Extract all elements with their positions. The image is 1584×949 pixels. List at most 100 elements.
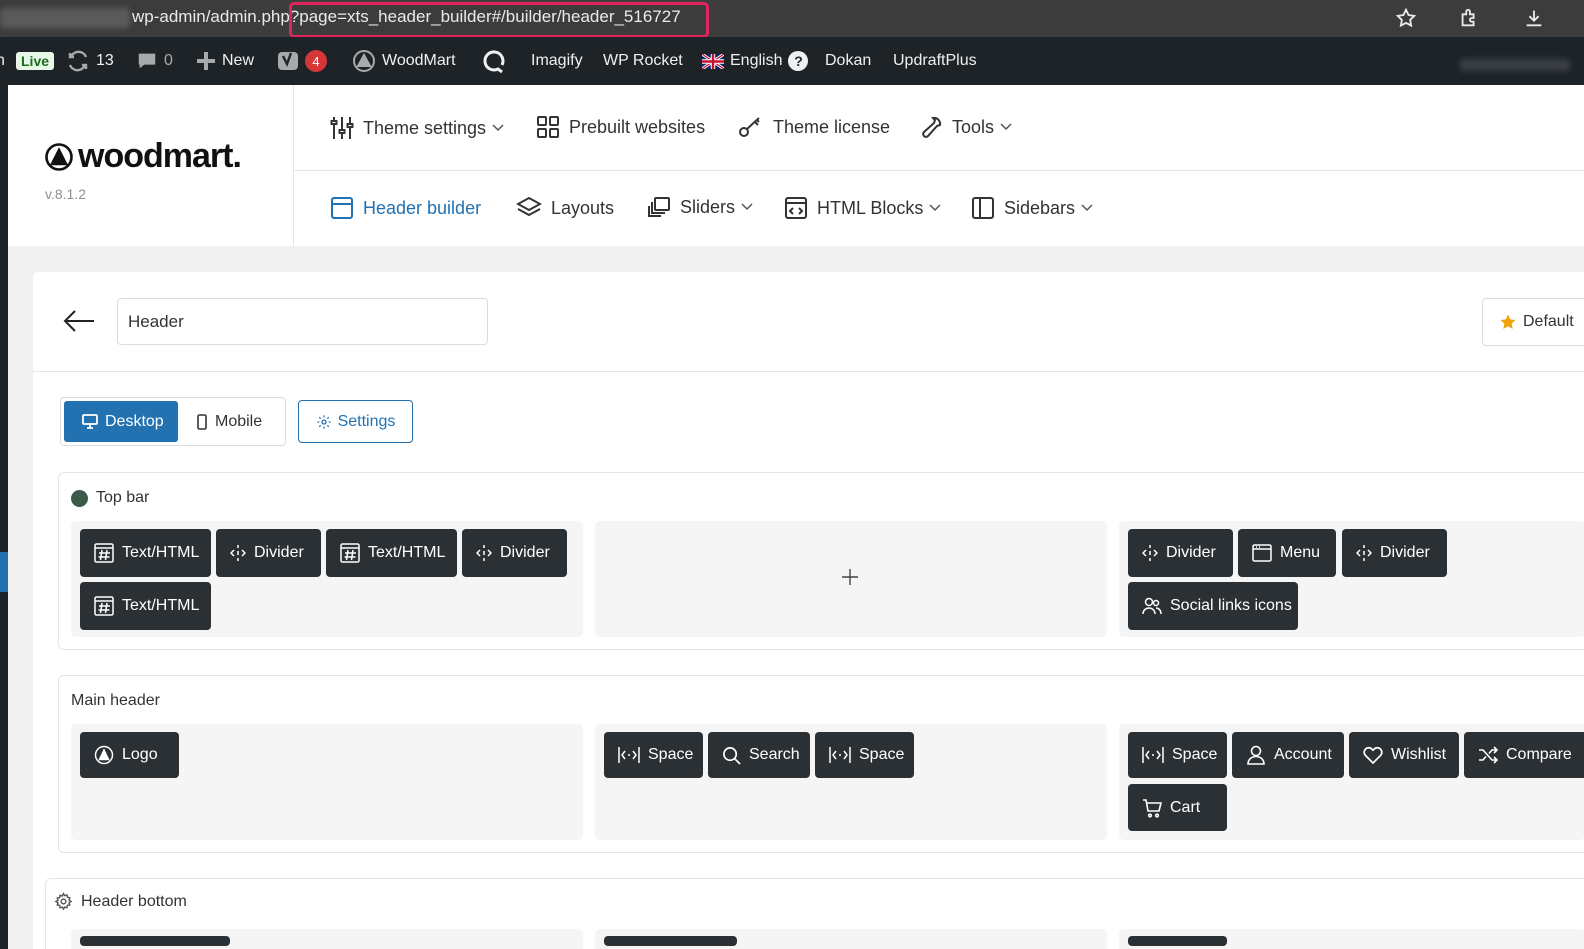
row-title-header-bottom[interactable]: Header bottom	[54, 892, 187, 911]
dokan-menu-item[interactable]: Dokan	[825, 37, 871, 85]
element-social-links-icons[interactable]: Social links icons	[1128, 582, 1298, 630]
element-divider[interactable]: Divider	[462, 529, 567, 577]
row-title-top-bar[interactable]: Top bar	[71, 489, 149, 507]
element-text-html[interactable]: Text/HTML	[80, 582, 211, 630]
chevron-down-icon	[492, 124, 504, 132]
woodmart-logo[interactable]: woodmart.	[44, 137, 242, 176]
nav-header-builder[interactable]: Header builder	[330, 196, 481, 220]
header-settings-button[interactable]: Settings	[298, 400, 413, 443]
nav-sidebars[interactable]: Sidebars	[971, 196, 1093, 220]
woodmart-icon	[352, 49, 376, 73]
comments-item[interactable]: 0	[136, 37, 173, 85]
element-search[interactable]: Search	[708, 732, 810, 778]
element-partial[interactable]	[604, 936, 737, 946]
url-domain-redacted	[0, 8, 130, 28]
element-partial[interactable]	[80, 936, 230, 946]
element-text-html[interactable]: Text/HTML	[80, 529, 211, 577]
chevron-down-icon	[741, 203, 753, 211]
element-account[interactable]: Account	[1232, 732, 1344, 778]
live-badge[interactable]: Live	[16, 37, 55, 85]
set-default-button[interactable]: Default	[1482, 298, 1584, 346]
add-element-plus-icon[interactable]	[841, 568, 859, 586]
download-icon[interactable]	[1523, 7, 1545, 29]
new-content-item[interactable]: New	[196, 37, 254, 85]
element-menu[interactable]: Menu	[1238, 529, 1336, 577]
wp-rocket-menu-item[interactable]: WP Rocket	[603, 37, 683, 85]
desktop-tab[interactable]: Desktop	[64, 401, 178, 442]
element-wishlist[interactable]: Wishlist	[1349, 732, 1459, 778]
divider-icon	[1356, 544, 1372, 562]
imagify-icon	[482, 48, 508, 74]
row-top-bar: Top bar Text/HTML Divider Text/HTML Divi…	[58, 472, 1584, 650]
nav-tools[interactable]: Tools	[919, 115, 1012, 139]
sliders-icon	[330, 115, 354, 141]
user-icon	[1246, 745, 1266, 765]
wp-admin-bar: n Live 13 0 New 4 WoodMart Imagify WP Ro…	[0, 37, 1584, 85]
top-bar-center-column[interactable]	[595, 521, 1107, 637]
woodmart-menu-item[interactable]: WoodMart	[352, 37, 456, 85]
divider-icon	[1142, 544, 1158, 562]
admin-user-redacted[interactable]	[1460, 59, 1570, 71]
row-main-header: Main header Logo Space Search Space Spac…	[58, 675, 1584, 853]
element-divider[interactable]: Divider	[1128, 529, 1233, 577]
element-text-html[interactable]: Text/HTML	[326, 529, 457, 577]
uk-flag-icon	[702, 53, 724, 69]
extensions-icon[interactable]	[1458, 7, 1480, 29]
element-cart[interactable]: Cart	[1128, 784, 1227, 831]
imagify-menu-item[interactable]: Imagify	[531, 37, 583, 85]
header-name-input[interactable]	[117, 298, 488, 345]
nav-html-blocks[interactable]: HTML Blocks	[784, 196, 941, 220]
element-space[interactable]: Space	[815, 732, 914, 778]
hash-box-icon	[340, 543, 360, 563]
star-icon	[1499, 313, 1517, 331]
language-switcher[interactable]: English ?	[702, 37, 809, 85]
mobile-tab[interactable]: Mobile	[178, 401, 280, 442]
space-icon	[1142, 746, 1164, 764]
row-title-main-header[interactable]: Main header	[71, 692, 160, 710]
nav-layouts[interactable]: Layouts	[516, 196, 614, 220]
bookmark-star-icon[interactable]	[1395, 7, 1417, 29]
gear-icon[interactable]	[54, 892, 73, 911]
nav-sliders[interactable]: Sliders	[647, 196, 753, 218]
main-header-right-column: Space Account Wishlist Compare Cart	[1119, 724, 1584, 840]
imagify-icon-item[interactable]	[482, 37, 508, 85]
hash-box-icon	[94, 543, 114, 563]
divider-icon	[230, 544, 246, 562]
back-arrow-icon[interactable]	[63, 307, 95, 335]
search-icon	[722, 746, 741, 765]
builder-header-bar: Default	[33, 272, 1584, 372]
header-bottom-center-column	[595, 929, 1107, 949]
admin-bar-site-fragment[interactable]: n	[0, 37, 5, 85]
element-space[interactable]: Space	[604, 732, 703, 778]
sidebar-collapse-tab[interactable]	[0, 552, 8, 592]
monitor-icon	[82, 414, 98, 429]
sidebar-layout-icon	[971, 196, 995, 220]
comment-icon	[136, 50, 158, 72]
updates-item[interactable]: 13	[66, 37, 114, 85]
help-icon[interactable]: ?	[788, 51, 809, 71]
heart-icon	[1363, 746, 1383, 764]
yoast-notification-count: 4	[305, 50, 327, 72]
key-icon	[738, 115, 764, 139]
shuffle-icon	[1478, 746, 1498, 764]
woodmart-logo-icon	[44, 142, 74, 172]
chevron-down-icon	[929, 204, 941, 212]
element-divider[interactable]: Divider	[216, 529, 321, 577]
element-space[interactable]: Space	[1128, 732, 1227, 778]
admin-sidebar-edge	[0, 85, 8, 949]
cart-icon	[1142, 798, 1162, 818]
element-compare[interactable]: Compare	[1464, 732, 1584, 778]
nav-prebuilt-websites[interactable]: Prebuilt websites	[536, 115, 705, 139]
woodmart-nav-bottom: Header builder Layouts Sliders HTML Bloc…	[294, 171, 1584, 246]
phone-icon	[196, 413, 208, 430]
updraftplus-menu-item[interactable]: UpdraftPlus	[893, 37, 977, 85]
users-icon	[1142, 597, 1162, 615]
element-divider[interactable]: Divider	[1342, 529, 1447, 577]
yoast-item[interactable]: 4	[277, 37, 327, 85]
menu-window-icon	[1252, 544, 1272, 562]
element-logo[interactable]: Logo	[80, 732, 179, 778]
nav-theme-license[interactable]: Theme license	[738, 115, 890, 139]
slides-icon	[647, 196, 671, 218]
element-partial[interactable]	[1128, 936, 1227, 946]
nav-theme-settings[interactable]: Theme settings	[330, 115, 504, 141]
